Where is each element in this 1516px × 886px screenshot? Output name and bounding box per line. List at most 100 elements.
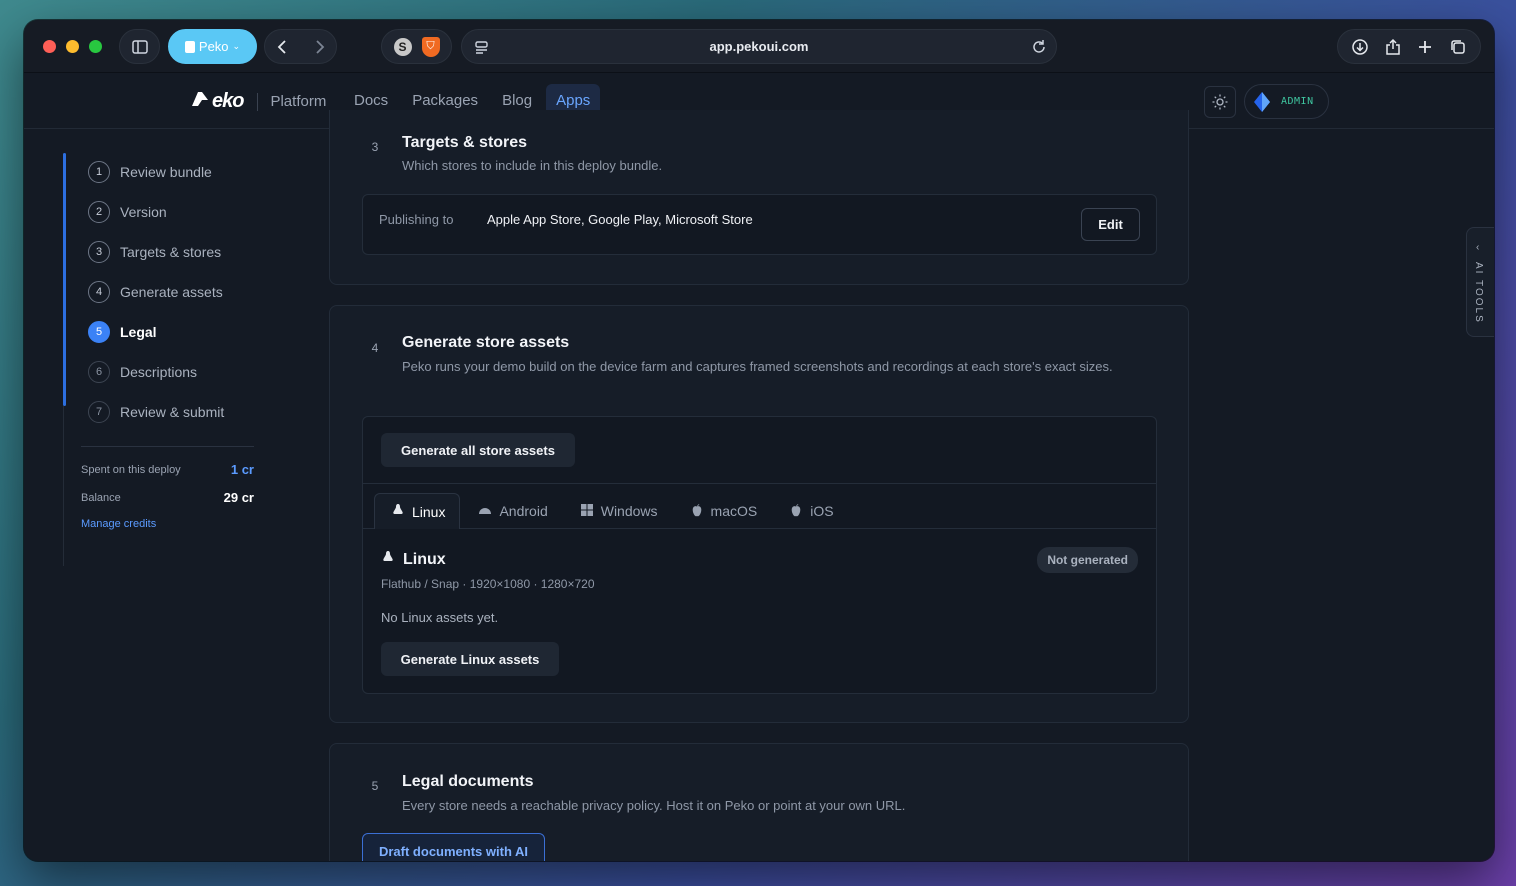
balance-value: 29 cr xyxy=(223,490,254,505)
theme-toggle-button[interactable] xyxy=(1204,86,1236,118)
step-legal[interactable]: 5 Legal xyxy=(88,321,288,343)
step-number: 3 xyxy=(88,241,110,263)
peko-logo[interactable]: eko Platform xyxy=(190,90,326,113)
section-number: 4 xyxy=(371,341,379,355)
admin-label: ADMIN xyxy=(1281,96,1314,107)
back-button[interactable] xyxy=(274,38,292,56)
forward-button[interactable] xyxy=(310,38,328,56)
tab-label: macOS xyxy=(710,503,758,519)
step-number: 4 xyxy=(88,281,110,303)
linux-icon xyxy=(391,503,405,520)
step-targets-stores[interactable]: 3 Targets & stores xyxy=(88,241,288,263)
sun-icon xyxy=(1211,93,1229,111)
address-bar[interactable]: app.pekoui.com xyxy=(461,29,1057,64)
new-tab-icon[interactable] xyxy=(1416,38,1434,56)
reload-icon[interactable] xyxy=(1030,38,1048,56)
tab-overview-icon[interactable] xyxy=(1449,38,1467,56)
profile-label: Peko xyxy=(198,39,229,54)
step-generate-assets[interactable]: 4 Generate assets xyxy=(88,281,288,303)
tab-label: Windows xyxy=(600,503,658,519)
sidebar-toggle-button[interactable] xyxy=(119,29,160,64)
step-number: 2 xyxy=(88,201,110,223)
tab-label: iOS xyxy=(810,503,834,519)
section-number: 3 xyxy=(371,140,379,154)
avatar xyxy=(1251,91,1273,113)
browser-window: Peko ⌄ S ⛉ app.pekoui.com eko Platform D… xyxy=(24,20,1494,861)
step-review-bundle[interactable]: 1 Review bundle xyxy=(88,161,288,183)
close-window-button[interactable] xyxy=(43,40,56,53)
zoom-window-button[interactable] xyxy=(89,40,102,53)
windows-icon xyxy=(580,503,594,520)
step-number: 7 xyxy=(88,401,110,423)
admin-account-button[interactable]: ADMIN xyxy=(1244,84,1329,119)
tab-macos[interactable]: macOS xyxy=(674,493,772,529)
logo-mark-icon xyxy=(190,91,212,112)
ai-tools-tab[interactable]: ‹ AI TOOLS xyxy=(1466,227,1494,337)
section-targets-stores: 3 Targets & stores Which stores to inclu… xyxy=(329,110,1189,285)
draft-documents-ai-button[interactable]: Draft documents with AI xyxy=(362,833,545,861)
publishing-stores: Apple App Store, Google Play, Microsoft … xyxy=(487,212,753,227)
step-label: Generate assets xyxy=(120,284,223,300)
step-label: Version xyxy=(120,204,167,220)
logo-text: eko xyxy=(212,90,244,112)
step-label: Review & submit xyxy=(120,404,225,420)
platform-title: Linux xyxy=(403,550,446,568)
balance-row: Balance 29 cr xyxy=(81,490,254,505)
section-generate-assets: 4 Generate store assets Peko runs your d… xyxy=(329,305,1189,723)
section-number: 5 xyxy=(371,779,379,793)
tab-android[interactable]: Android xyxy=(462,493,561,529)
spent-row: Spent on this deploy 1 cr xyxy=(81,462,254,477)
browser-actions xyxy=(1337,29,1481,64)
section-title: Targets & stores xyxy=(402,134,528,151)
linux-icon xyxy=(381,550,395,569)
step-label: Targets & stores xyxy=(120,244,222,260)
page-settings-icon[interactable] xyxy=(473,39,491,57)
minimize-window-button[interactable] xyxy=(66,40,79,53)
publishing-label: Publishing to xyxy=(379,212,454,227)
sidebar-icon xyxy=(131,38,149,56)
section-description: Every store needs a reachable privacy po… xyxy=(402,798,906,813)
assets-panel: Generate all store assets Linux Android … xyxy=(362,416,1157,694)
apple-icon xyxy=(789,503,803,520)
step-descriptions[interactable]: 6 Descriptions xyxy=(88,361,288,383)
extension-s-icon[interactable]: S xyxy=(393,37,412,56)
section-title: Legal documents xyxy=(402,773,534,790)
download-icon[interactable] xyxy=(1351,38,1369,56)
step-version[interactable]: 2 Version xyxy=(88,201,288,223)
status-badge: Not generated xyxy=(1037,547,1138,573)
chevron-left-icon: ‹ xyxy=(1476,242,1480,253)
section-description: Peko runs your demo build on the device … xyxy=(402,359,1113,374)
platform-link[interactable]: Platform xyxy=(270,93,326,110)
step-review-submit[interactable]: 7 Review & submit xyxy=(88,401,288,423)
share-icon[interactable] xyxy=(1384,38,1402,56)
progress-rail xyxy=(63,153,66,406)
step-number: 1 xyxy=(88,161,110,183)
section-description: Which stores to include in this deploy b… xyxy=(402,158,663,173)
browser-toolbar: Peko ⌄ S ⛉ app.pekoui.com xyxy=(24,20,1494,73)
tab-label: Linux xyxy=(412,503,446,520)
platform-specs: Flathub / Snap · 1920×1080 · 1280×720 xyxy=(381,577,595,591)
generate-linux-assets-button[interactable]: Generate Linux assets xyxy=(381,642,559,676)
step-label: Descriptions xyxy=(120,364,198,380)
step-number: 5 xyxy=(88,321,110,343)
section-legal-documents: 5 Legal documents Every store needs a re… xyxy=(329,743,1189,861)
publishing-box: Publishing to Apple App Store, Google Pl… xyxy=(362,194,1157,255)
brave-shield-icon[interactable]: ⛉ xyxy=(421,36,440,57)
extensions-group: S ⛉ xyxy=(381,29,452,64)
ai-tools-label: AI TOOLS xyxy=(1473,262,1484,324)
manage-credits-link[interactable]: Manage credits xyxy=(81,518,254,530)
step-label: Legal xyxy=(120,324,157,340)
spent-label: Spent on this deploy xyxy=(81,463,181,476)
profile-button[interactable]: Peko ⌄ xyxy=(168,29,257,64)
generate-all-assets-button[interactable]: Generate all store assets xyxy=(381,433,575,467)
tab-ios[interactable]: iOS xyxy=(773,493,847,529)
rail-track xyxy=(63,406,64,566)
platform-tabs: Linux Android Windows macOS iOS xyxy=(363,483,1156,529)
empty-state-text: No Linux assets yet. xyxy=(381,610,499,625)
section-title: Generate store assets xyxy=(402,334,570,351)
step-number: 6 xyxy=(88,361,110,383)
edit-stores-button[interactable]: Edit xyxy=(1081,208,1140,241)
tab-linux[interactable]: Linux xyxy=(374,493,461,529)
tab-windows[interactable]: Windows xyxy=(564,493,672,529)
apple-icon xyxy=(690,503,704,520)
